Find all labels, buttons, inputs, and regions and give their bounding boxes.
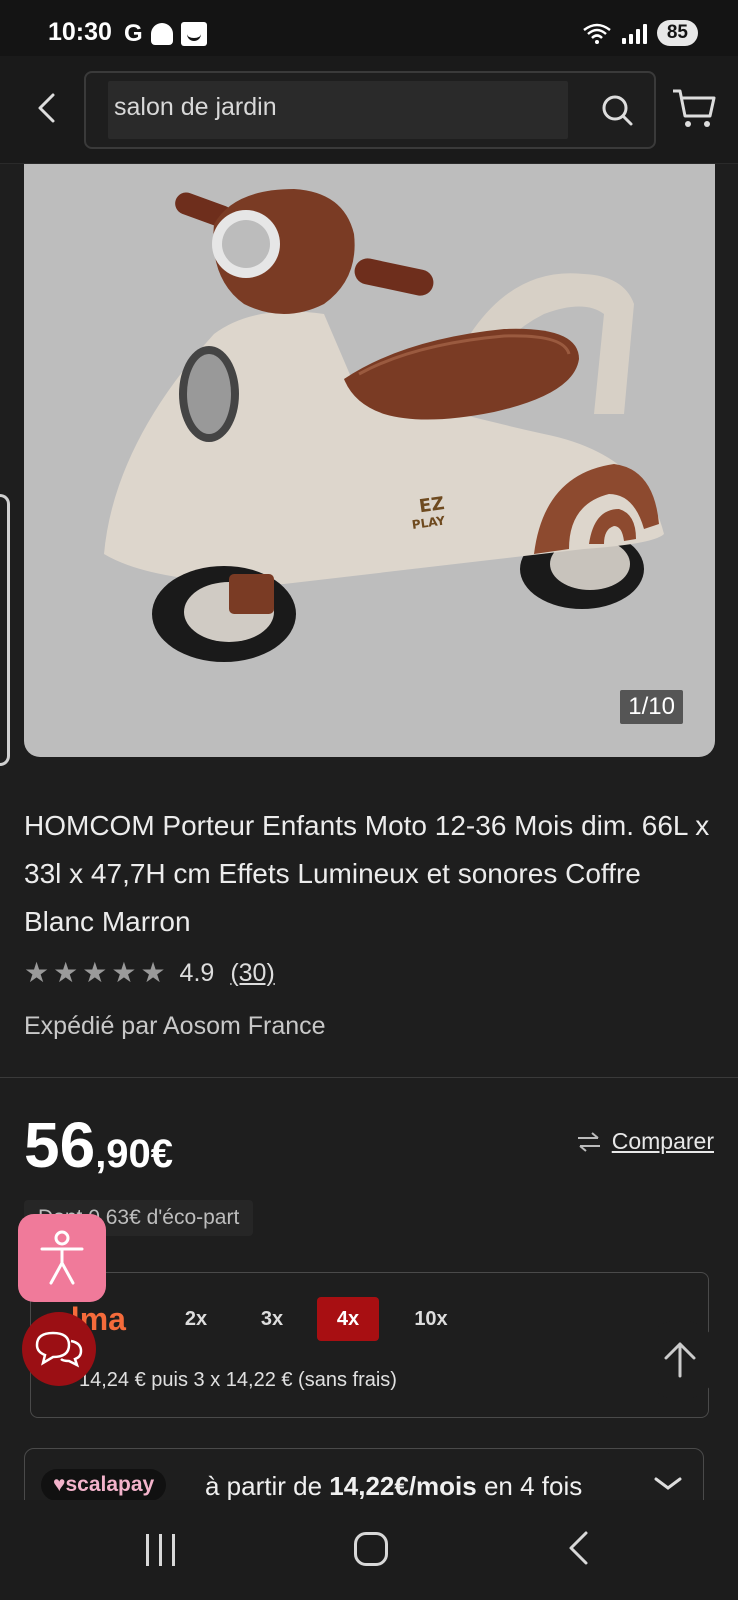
home-button[interactable] bbox=[354, 1532, 388, 1566]
system-navigation-bar bbox=[0, 1500, 738, 1600]
battery-indicator: 85 bbox=[656, 20, 698, 46]
alma-option-10x[interactable]: 10x bbox=[400, 1297, 462, 1341]
rating-row[interactable]: ★ ★ ★ ★ ★ 4.9 (30) bbox=[24, 958, 275, 988]
product-image[interactable]: EZ PLAY 1/10 bbox=[24, 164, 715, 757]
scalapay-text: à partir de 14,22€/mois en 4 fois bbox=[205, 1471, 582, 1502]
scalapay-logo: ♥scalapay bbox=[41, 1469, 167, 1501]
search-input[interactable]: salon de jardin bbox=[114, 93, 277, 122]
star-icon: ★ bbox=[82, 957, 108, 988]
search-bar[interactable]: salon de jardin bbox=[84, 71, 656, 149]
rating-stars: ★ ★ ★ ★ ★ bbox=[24, 958, 166, 988]
edge-panel-handle[interactable] bbox=[0, 494, 10, 766]
compare-label[interactable]: Comparer bbox=[612, 1128, 714, 1155]
recent-apps-button[interactable] bbox=[146, 1534, 175, 1566]
google-icon: G bbox=[124, 20, 143, 47]
scalapay-amount: 14,22€/mois bbox=[329, 1471, 477, 1501]
signal-icon bbox=[621, 22, 647, 44]
cart-icon[interactable] bbox=[670, 84, 718, 132]
star-icon: ★ bbox=[24, 957, 50, 988]
alma-payment-box: alma 2x 3x 4x 10x 14,24 € puis 3 x 14,22… bbox=[30, 1272, 709, 1418]
scalapay-prefix: à partir de bbox=[205, 1471, 330, 1501]
snapchat-icon bbox=[150, 23, 173, 45]
price: 56,90€ bbox=[24, 1108, 173, 1182]
system-back-button[interactable] bbox=[566, 1530, 590, 1566]
alma-option-2x[interactable]: 2x bbox=[165, 1297, 227, 1341]
back-button[interactable] bbox=[26, 88, 66, 128]
star-icon: ★ bbox=[140, 957, 166, 988]
review-count-link[interactable]: (30) bbox=[230, 959, 274, 988]
compare-button[interactable]: Comparer bbox=[576, 1128, 714, 1155]
status-time: 10:30 bbox=[48, 18, 112, 46]
star-icon: ★ bbox=[111, 957, 137, 988]
system-icons: 85 bbox=[582, 20, 698, 46]
wifi-icon bbox=[583, 23, 611, 44]
swap-arrows-icon bbox=[577, 1131, 600, 1152]
status-bar: 10:30 G 85 bbox=[0, 0, 738, 56]
accessibility-icon bbox=[40, 1230, 84, 1285]
back-arrow-icon bbox=[38, 93, 55, 123]
product-title: HOMCOM Porteur Enfants Moto 12-36 Mois d… bbox=[24, 810, 710, 937]
search-icon[interactable] bbox=[598, 91, 638, 131]
alma-option-4x[interactable]: 4x bbox=[317, 1297, 379, 1341]
price-integer: 56 bbox=[24, 1109, 96, 1181]
chevron-down-icon[interactable] bbox=[653, 1475, 683, 1493]
alma-installment-detail: 14,24 € puis 3 x 14,22 € (sans frais) bbox=[79, 1369, 397, 1391]
chat-bubbles-icon bbox=[35, 1331, 83, 1368]
chat-button[interactable] bbox=[22, 1312, 96, 1386]
scroll-to-top-button[interactable] bbox=[640, 1320, 720, 1400]
section-divider bbox=[0, 1077, 738, 1078]
rating-value: 4.9 bbox=[179, 958, 215, 987]
shopping-bag-icon bbox=[180, 22, 207, 46]
price-decimal: ,90€ bbox=[95, 1132, 174, 1176]
star-icon: ★ bbox=[53, 957, 79, 988]
seller-info: Expédié par Aosom France bbox=[24, 1012, 326, 1040]
accessibility-button[interactable] bbox=[18, 1214, 106, 1302]
scalapay-suffix: en 4 fois bbox=[476, 1471, 583, 1501]
alma-option-3x[interactable]: 3x bbox=[241, 1297, 303, 1341]
notification-icons: G bbox=[124, 20, 207, 48]
image-counter: 1/10 bbox=[620, 690, 683, 724]
arrow-up-icon bbox=[664, 1342, 696, 1378]
ride-on-scooter-image: EZ PLAY bbox=[104, 189, 664, 662]
top-navigation: salon de jardin bbox=[0, 56, 738, 164]
